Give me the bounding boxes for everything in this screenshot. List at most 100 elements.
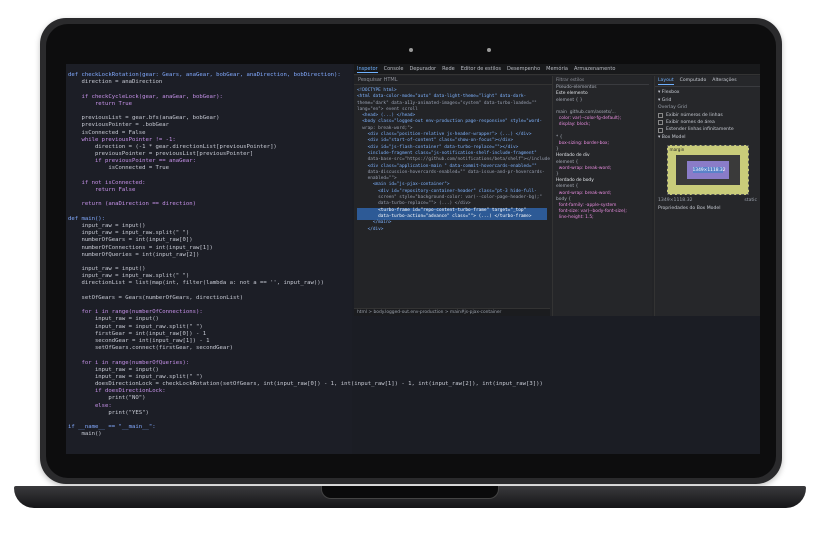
code-line[interactable]: direction = anaDirection [68,79,352,86]
checkbox-icon[interactable] [658,120,663,126]
markup-node[interactable]: data-base-src="https://github.com/notifi… [357,157,550,163]
code-line[interactable]: input_raw = input() [68,266,352,273]
flexbox-section[interactable]: ▾ Flexbox [658,89,757,96]
code-line[interactable] [68,194,352,201]
tab-depurador[interactable]: Depurador [409,66,436,72]
box-model-section[interactable]: ▾ Box Model [658,134,757,141]
markup-view[interactable]: <!DOCTYPE html> <html data-color-mode="au… [354,86,550,308]
code-line[interactable]: if previousPointer == anaGear: [68,158,352,165]
code-line[interactable]: input_raw = input_raw.split(" ") [68,374,352,381]
code-line[interactable] [68,417,352,424]
tab-inspetor[interactable]: Inspetor [357,66,378,73]
code-line[interactable]: previousPointer = previousList[previousP… [68,151,352,158]
margin-label: margin [669,147,685,153]
code-line[interactable]: return (anaDirection == direction) [68,201,352,208]
css-rule-line[interactable]: line-height: 1.5; [556,215,649,221]
laptop-screen: def checkLockRotation(gear: Gears, anaGe… [66,64,760,454]
grid-option-label: Exibir nomes de área [666,120,715,126]
box-border: 1349×1118.32 [675,155,740,186]
overlay-grid-heading: Overlay Grid [658,105,687,111]
code-line[interactable]: return False [68,187,352,194]
box-model-diagram: margin 1349×1118.32 [666,145,749,196]
code-line[interactable]: directionList = list(map(int, filter(lam… [68,280,352,287]
tab-editor-de-estilos[interactable]: Editor de estilos [461,66,501,72]
tab-rede[interactable]: Rede [442,66,455,72]
tab-desempenho[interactable]: Desempenho [507,66,540,72]
code-line[interactable]: input_raw = input() [68,316,352,323]
code-line[interactable]: secondGear = int(input_raw[1]) - 1 [68,338,352,345]
code-line[interactable] [68,173,352,180]
code-line[interactable]: doesDirectionLock = checkLockRotation(se… [68,381,543,388]
markup-node[interactable]: theme="dark" data-a11y-animated-images="… [357,101,547,107]
rules-view[interactable]: Filtrar estilos Pseudo-elementos Este el… [552,76,652,316]
html-search-input[interactable]: Pesquisar HTML [358,77,397,83]
code-line[interactable] [68,288,352,295]
code-line[interactable] [68,86,352,93]
code-line[interactable]: else: [68,403,352,410]
grid-option-checkbox[interactable]: Exibir números de linhas [658,112,757,119]
browser-devtools: Inspetor Console Depurador Rede Editor de es… [354,64,760,316]
code-line[interactable]: input_raw = input_raw.split(" ") [68,273,352,280]
code-line[interactable]: firstGear = int(input_raw[0]) - 1 [68,331,352,338]
checkbox-icon[interactable] [658,112,663,118]
subtab-layout[interactable]: Layout [658,77,674,86]
grid-option-label: Estender linhas infinitamente [666,127,734,133]
sidebar-subtabs: Layout Computado Alterações [655,76,760,88]
code-line[interactable]: def main(): [68,216,352,223]
code-line[interactable]: for i in range(numberOfConnections): [68,309,352,316]
code-line[interactable]: setOfGears = Gears(numberOfGears, direct… [68,295,352,302]
subtab-computado[interactable]: Computado [680,77,707,85]
code-line[interactable] [68,209,352,216]
code-line[interactable]: input_raw = input() [68,223,352,230]
subtab-alteraes[interactable]: Alterações [712,77,736,85]
markup-node[interactable]: <turbo-frame id="repo-content-turbo-fram… [357,207,547,214]
breadcrumb[interactable]: html > body.logged-out.env-production > … [354,308,550,316]
code-line[interactable]: print("YES") [68,410,352,417]
grid-section[interactable]: ▾ Grid [658,97,757,104]
box-padding: 1349×1118.32 [686,161,729,180]
code-line[interactable] [68,108,352,115]
markup-node[interactable]: </div> [357,227,547,233]
devtools-tabs: Inspetor Console Depurador Rede Editor de es… [354,64,760,75]
code-line[interactable]: isConnected = True [68,165,352,172]
code-line[interactable]: if not isConnected: [68,180,352,187]
code-line[interactable]: input_raw = input_raw.split(" ") [68,324,352,331]
code-line[interactable] [68,352,352,359]
camera-dot-right [487,48,491,52]
code-line[interactable]: previousPointer = .bobGear [68,122,352,129]
code-line[interactable]: while previousPointer != -1: [68,137,352,144]
code-editor[interactable]: def checkLockRotation(gear: Gears, anaGe… [66,64,543,454]
code-line[interactable]: return True [68,101,352,108]
code-line[interactable]: isConnected = False [68,130,352,137]
code-line[interactable]: print("NO") [68,395,352,402]
code-line[interactable]: setOfGears.connect(firstGear, secondGear… [68,345,352,352]
code-line[interactable]: if doesDirectionLock: [68,388,352,395]
code-line[interactable]: numberOfQueries = int(input_raw[2]) [68,252,352,259]
tab-memória[interactable]: Memória [546,66,568,72]
checkbox-icon[interactable] [658,127,663,133]
code-line[interactable]: previousList = gear.bfs(anaGear, bobGear… [68,115,352,122]
grid-option-checkbox[interactable]: Estender linhas infinitamente [658,126,757,133]
tab-console[interactable]: Console [384,66,404,72]
code-line[interactable]: main() [68,431,352,438]
markup-node[interactable]: <div class="application-main " data-comm… [357,164,547,170]
code-line[interactable]: numberOfConnections = int(input_raw[1]) [68,245,352,252]
html-search-bar[interactable]: Pesquisar HTML [354,76,554,85]
code-line[interactable]: numberOfGears = int(input_raw[0]) [68,237,352,244]
code-line[interactable]: input_raw = input_raw.split(" ") [68,230,352,237]
markup-node[interactable]: <body class="logged-out env-production p… [357,119,547,125]
code-line[interactable]: direction = (-1 * gear.directionList[pre… [68,144,352,151]
code-line[interactable] [68,302,352,309]
grid-option-checkbox[interactable]: Exibir nomes de área [658,119,757,126]
grid-option-label: Exibir números de linhas [666,112,723,118]
code-line[interactable]: input_raw = input() [68,367,352,374]
box-model-properties[interactable]: Propriedades do Box Model [658,205,757,212]
code-line[interactable] [68,259,352,266]
code-line[interactable]: def checkLockRotation(gear: Gears, anaGe… [68,72,352,79]
code-line[interactable]: if __name__ == "__main__": [68,424,352,431]
markup-node[interactable]: <html data-color-mode="auto" data-light-… [357,94,547,100]
tab-armazenamento[interactable]: Armazenamento [574,66,615,72]
code-line[interactable]: if checkCycleLock(gear, anaGear, bobGear… [68,94,352,101]
layout-panel: Layout Computado Alterações ▾ Flexbox ▾ Gr… [654,76,760,316]
code-line[interactable]: for i in range(numberOfQueries): [68,360,352,367]
